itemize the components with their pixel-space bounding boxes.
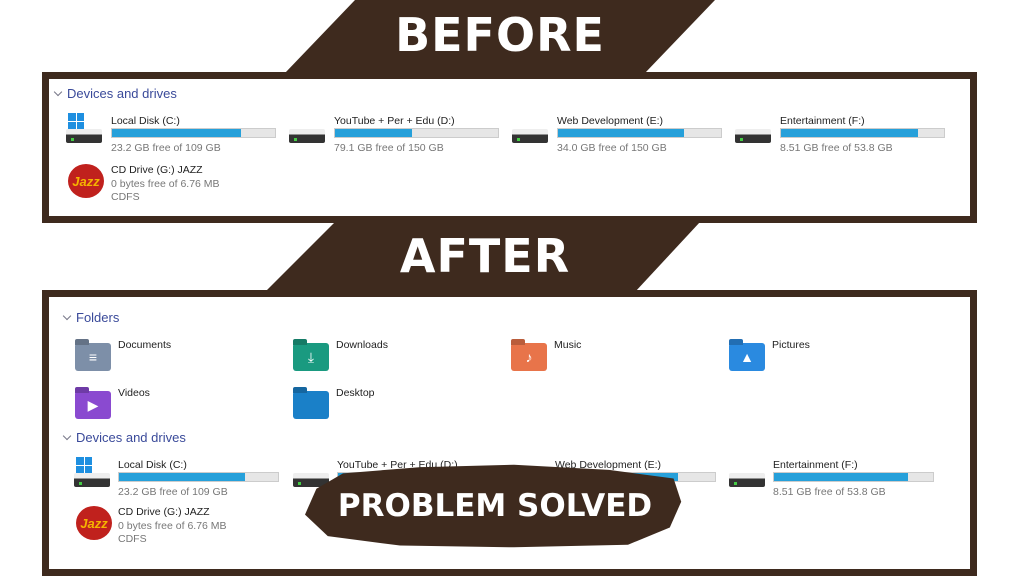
desktop-folder-icon xyxy=(293,391,329,419)
drive-usage-fill xyxy=(558,129,684,137)
drive-name: Entertainment (F:) xyxy=(773,459,858,471)
videos-folder-icon: ▶ xyxy=(75,391,111,419)
windows-logo-icon xyxy=(76,457,92,473)
hard-drive-icon xyxy=(512,129,548,143)
drive-usage-fill xyxy=(119,473,245,481)
folder-item-music[interactable]: ♪ Music xyxy=(511,339,711,385)
drive-item[interactable]: Web Development (E:) 34.0 GB free of 150 … xyxy=(512,115,732,161)
after-label: AFTER xyxy=(399,229,571,283)
folder-name: Documents xyxy=(118,339,172,351)
chevron-down-icon xyxy=(53,87,63,97)
drive-free-space: 79.1 GB free of 150 GB xyxy=(334,142,444,154)
jazz-logo-icon: Jazz xyxy=(68,164,104,198)
folder-item-videos[interactable]: ▶ Videos xyxy=(75,387,275,433)
cd-drive-filesystem: CDFS xyxy=(118,533,147,545)
drive-usage-bar xyxy=(557,128,722,138)
drive-free-space: 8.51 GB free of 53.8 GB xyxy=(780,142,893,154)
drive-free-space: 34.0 GB free of 150 GB xyxy=(557,142,667,154)
hard-drive-icon xyxy=(74,473,110,487)
drive-free-space: 8.51 GB free of 53.8 GB xyxy=(773,486,886,498)
hard-drive-icon xyxy=(735,129,771,143)
drive-name: Entertainment (F:) xyxy=(780,115,865,127)
documents-folder-icon: ≡ xyxy=(75,343,111,371)
cd-drive-item[interactable]: Jazz CD Drive (G:) JAZZ 0 bytes free of 6.… xyxy=(76,506,276,552)
hard-drive-icon xyxy=(289,129,325,143)
drive-name: Web Development (E:) xyxy=(557,115,664,127)
folder-name: Downloads xyxy=(336,339,388,351)
cd-drive-name: CD Drive (G:) JAZZ xyxy=(111,164,203,176)
drive-free-space: 23.2 GB free of 109 GB xyxy=(118,486,228,498)
downloads-folder-icon: ⤓ xyxy=(293,343,329,371)
before-panel: Devices and drives Local Disk (C:) 23.2 G… xyxy=(42,72,977,223)
folder-item-documents[interactable]: ≡ Documents xyxy=(75,339,275,385)
drive-usage-bar xyxy=(780,128,945,138)
drive-name: Local Disk (C:) xyxy=(118,459,187,471)
folder-item-desktop[interactable]: Desktop xyxy=(293,387,493,433)
drive-item[interactable]: YouTube + Per + Edu (D:) 79.1 GB free of … xyxy=(289,115,509,161)
drive-usage-bar xyxy=(118,472,279,482)
cd-drive-name: CD Drive (G:) JAZZ xyxy=(118,506,210,518)
drive-usage-bar xyxy=(773,472,934,482)
folder-name: Desktop xyxy=(336,387,375,399)
drive-usage-fill xyxy=(781,129,918,137)
before-label: BEFORE xyxy=(395,8,605,62)
problem-solved-overlay: PROBLEM SOLVED xyxy=(305,464,682,548)
folder-item-downloads[interactable]: ⤓ Downloads xyxy=(293,339,493,385)
folder-name: Music xyxy=(554,339,582,351)
drive-item[interactable]: Entertainment (F:) 8.51 GB free of 53.8 G… xyxy=(735,115,955,161)
windows-logo-icon xyxy=(68,113,84,129)
drive-name: Local Disk (C:) xyxy=(111,115,180,127)
drive-usage-fill xyxy=(774,473,908,481)
jazz-logo-icon: Jazz xyxy=(76,506,112,540)
devices-section-header[interactable]: Devices and drives xyxy=(53,86,177,101)
folder-item-pictures[interactable]: ▲ Pictures xyxy=(729,339,929,385)
folders-section-header[interactable]: Folders xyxy=(62,310,119,325)
pictures-folder-icon: ▲ xyxy=(729,343,765,371)
cd-drive-item[interactable]: Jazz CD Drive (G:) JAZZ 0 bytes free of 6.… xyxy=(68,164,268,210)
cd-drive-free-space: 0 bytes free of 6.76 MB xyxy=(111,178,220,190)
music-folder-icon: ♪ xyxy=(511,343,547,371)
hard-drive-icon xyxy=(66,129,102,143)
cd-drive-filesystem: CDFS xyxy=(111,191,140,203)
drive-item[interactable]: Local Disk (C:) 23.2 GB free of 109 GB xyxy=(74,457,289,505)
drive-item[interactable]: Local Disk (C:) 23.2 GB free of 109 GB xyxy=(66,113,286,161)
drive-free-space: 23.2 GB free of 109 GB xyxy=(111,142,221,154)
drive-item[interactable]: Entertainment (F:) 8.51 GB free of 53.8 G… xyxy=(729,459,944,505)
chevron-down-icon xyxy=(62,431,72,441)
chevron-down-icon xyxy=(62,311,72,321)
hard-drive-icon xyxy=(729,473,765,487)
drive-name: YouTube + Per + Edu (D:) xyxy=(334,115,455,127)
drive-usage-bar xyxy=(111,128,276,138)
folder-name: Pictures xyxy=(772,339,810,351)
drive-usage-fill xyxy=(335,129,412,137)
drive-usage-bar xyxy=(334,128,499,138)
drive-usage-fill xyxy=(112,129,241,137)
cd-drive-free-space: 0 bytes free of 6.76 MB xyxy=(118,520,227,532)
folder-name: Videos xyxy=(118,387,150,399)
